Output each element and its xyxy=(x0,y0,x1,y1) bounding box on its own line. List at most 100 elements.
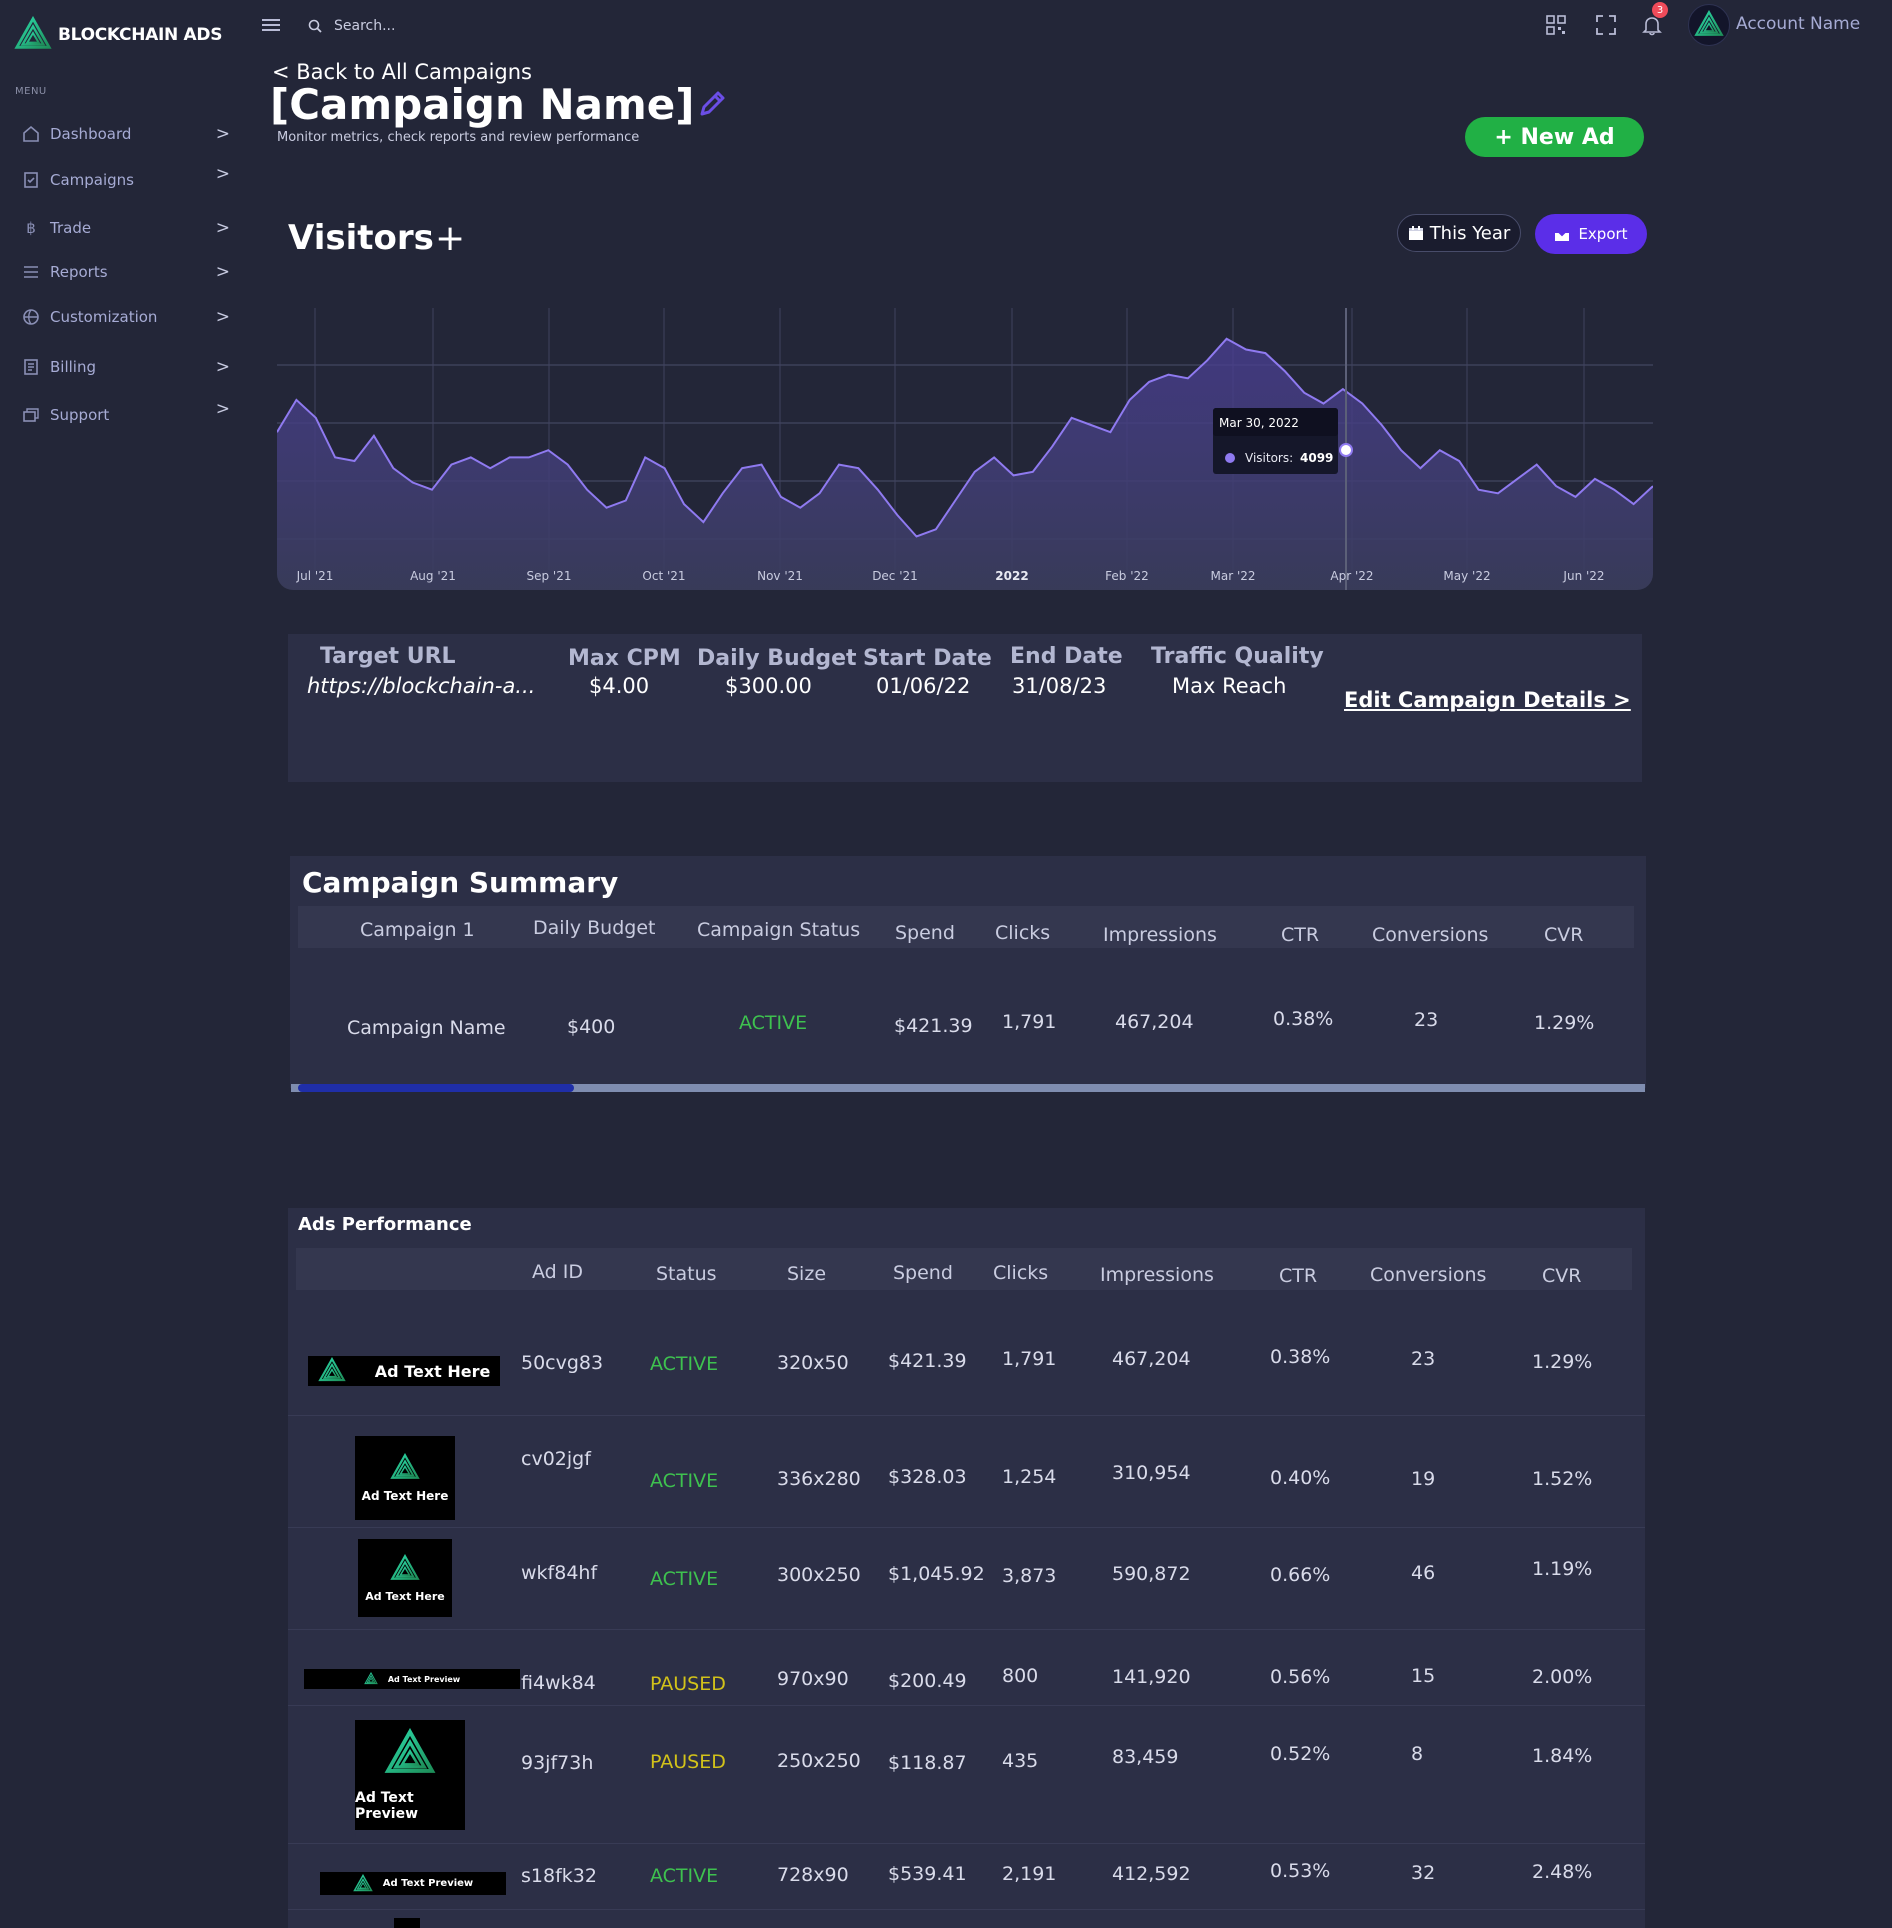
x-tick-label: Nov '21 xyxy=(757,569,803,583)
ads-column-header[interactable]: Impressions xyxy=(1100,1264,1214,1286)
ad-thumbnail[interactable]: Ad Text Here xyxy=(308,1356,500,1386)
summary-column-header[interactable]: Campaign Status xyxy=(697,919,860,941)
x-tick-label: Mar '22 xyxy=(1210,569,1255,583)
menu-toggle-icon[interactable] xyxy=(262,16,280,32)
summary-column-header[interactable]: Campaign 1 xyxy=(360,919,475,941)
summary-column-header[interactable]: CTR xyxy=(1281,924,1319,946)
ads-column-header[interactable]: CTR xyxy=(1279,1265,1317,1287)
ads-column-header[interactable]: Clicks xyxy=(993,1262,1048,1284)
ad-id-cell: 50cvg83 xyxy=(521,1352,604,1374)
summary-cell: $421.39 xyxy=(894,1015,973,1037)
ads-column-header[interactable]: CVR xyxy=(1542,1265,1581,1287)
summary-cell: 0.38% xyxy=(1273,1008,1334,1030)
ad-thumbnail[interactable]: Ad Text Preview xyxy=(320,1872,506,1895)
ad-cell: 32 xyxy=(1411,1862,1436,1884)
ad-status-cell: ACTIVE xyxy=(650,1470,719,1492)
summary-cell: 467,204 xyxy=(1115,1011,1194,1033)
summary-cell: ACTIVE xyxy=(739,1012,808,1034)
max-cpm-label: Max CPM xyxy=(568,646,681,671)
qr-code-icon[interactable] xyxy=(1545,14,1567,36)
account-name[interactable]: Account Name xyxy=(1736,14,1860,34)
sidebar-item-trade[interactable]: ฿ Trade > xyxy=(20,214,230,242)
sidebar: BLOCKCHAIN ADS MENU Dashboard > Campaign… xyxy=(0,0,255,1928)
avatar[interactable] xyxy=(1688,4,1730,46)
summary-column-header[interactable]: Daily Budget xyxy=(533,917,655,939)
pencil-icon[interactable] xyxy=(696,88,728,120)
sidebar-item-reports[interactable]: Reports > xyxy=(20,258,230,286)
row-divider xyxy=(288,1629,1645,1630)
search-input[interactable] xyxy=(332,17,596,35)
billing-icon xyxy=(20,356,42,378)
ad-cell: 300x250 xyxy=(777,1564,861,1586)
summary-column-header[interactable]: Impressions xyxy=(1103,924,1217,946)
ad-cell: 0.38% xyxy=(1270,1346,1331,1368)
brand-name: BLOCKCHAIN ADS xyxy=(58,25,223,45)
row-divider xyxy=(288,1705,1645,1706)
ad-id-cell: 93jf73h xyxy=(521,1752,594,1774)
ad-cell: 0.52% xyxy=(1270,1743,1331,1765)
ad-cell: 590,872 xyxy=(1112,1563,1191,1585)
home-icon xyxy=(20,123,42,145)
fullscreen-icon[interactable] xyxy=(1595,14,1617,36)
ad-cell: 467,204 xyxy=(1112,1348,1191,1370)
ad-id-cell: wkf84hf xyxy=(521,1562,598,1584)
sidebar-item-billing[interactable]: Billing > xyxy=(20,353,230,381)
ads-column-header[interactable]: Size xyxy=(787,1263,826,1285)
period-select-button[interactable]: This Year xyxy=(1397,214,1521,252)
chevron-right-icon: > xyxy=(215,262,230,282)
edit-campaign-details-link[interactable]: Edit Campaign Details > xyxy=(1344,688,1631,712)
ads-column-header[interactable]: Ad ID xyxy=(532,1261,583,1283)
sidebar-item-campaigns[interactable]: Campaigns > xyxy=(20,164,230,194)
ads-performance-title: Ads Performance xyxy=(298,1214,472,1235)
list-icon xyxy=(20,261,42,283)
ad-cell: $328.03 xyxy=(888,1466,967,1488)
add-metric-button[interactable]: + xyxy=(435,218,465,259)
ad-thumbnail-text: Ad Text Preview xyxy=(355,1790,419,1822)
row-divider xyxy=(288,1527,1645,1528)
ad-cell: 2.00% xyxy=(1532,1666,1593,1688)
ad-cell: 435 xyxy=(1002,1750,1039,1772)
ad-cell: 310,954 xyxy=(1112,1462,1191,1484)
summary-column-header[interactable]: CVR xyxy=(1544,924,1583,946)
ads-column-header[interactable]: Conversions xyxy=(1370,1264,1486,1286)
sidebar-item-label: Campaigns xyxy=(50,171,135,189)
avatar-logo-icon xyxy=(1694,10,1724,40)
sidebar-item-dashboard[interactable]: Dashboard > xyxy=(20,120,230,148)
summary-scrollbar-thumb[interactable] xyxy=(298,1084,574,1092)
target-url-label: Target URL xyxy=(320,644,456,669)
ad-thumbnail[interactable]: Ad Text Preview xyxy=(304,1669,520,1689)
ad-cell: $118.87 xyxy=(888,1752,967,1774)
ad-thumbnail[interactable]: Ad Text Preview xyxy=(355,1720,465,1830)
end-date-value: 31/08/23 xyxy=(1012,674,1107,698)
ad-cell: 320x50 xyxy=(777,1352,849,1374)
search-bar[interactable] xyxy=(308,14,608,38)
ad-thumbnail[interactable]: Ad Text Here xyxy=(358,1539,452,1617)
ads-column-header[interactable]: Status xyxy=(656,1263,717,1285)
period-label: This Year xyxy=(1429,222,1511,244)
ad-thumbnail-text: Ad Text Preview xyxy=(387,1674,461,1684)
hover-point[interactable] xyxy=(1339,443,1353,457)
new-ad-button[interactable]: + New Ad xyxy=(1465,117,1644,157)
summary-column-header[interactable]: Conversions xyxy=(1372,924,1488,946)
ad-status-cell: ACTIVE xyxy=(650,1865,719,1887)
ad-cell: 412,592 xyxy=(1112,1863,1191,1885)
export-button[interactable]: Export xyxy=(1535,214,1647,254)
ad-thumbnail[interactable]: Ad Text Here xyxy=(355,1436,455,1520)
summary-cell: 1,791 xyxy=(1002,1011,1057,1033)
chevron-right-icon: > xyxy=(215,357,230,377)
ads-column-header[interactable]: Spend xyxy=(893,1262,953,1284)
brand-logo[interactable]: BLOCKCHAIN ADS xyxy=(14,16,222,54)
ad-cell: 2,191 xyxy=(1002,1863,1057,1885)
summary-column-header[interactable]: Spend xyxy=(895,922,955,944)
sidebar-item-customization[interactable]: Customization > xyxy=(20,303,230,331)
sidebar-item-support[interactable]: Support > xyxy=(20,399,230,429)
ad-thumbnail[interactable] xyxy=(394,1918,420,1928)
summary-column-header[interactable]: Clicks xyxy=(995,922,1050,944)
ad-cell: $200.49 xyxy=(888,1670,967,1692)
x-tick-label: Jul '21 xyxy=(296,569,334,583)
ad-thumbnail-text: Ad Text Here xyxy=(374,1361,491,1381)
ad-cell: 8 xyxy=(1411,1743,1424,1765)
ad-logo-icon xyxy=(353,1874,373,1894)
bitcoin-icon: ฿ xyxy=(26,219,36,237)
row-divider xyxy=(288,1909,1645,1910)
